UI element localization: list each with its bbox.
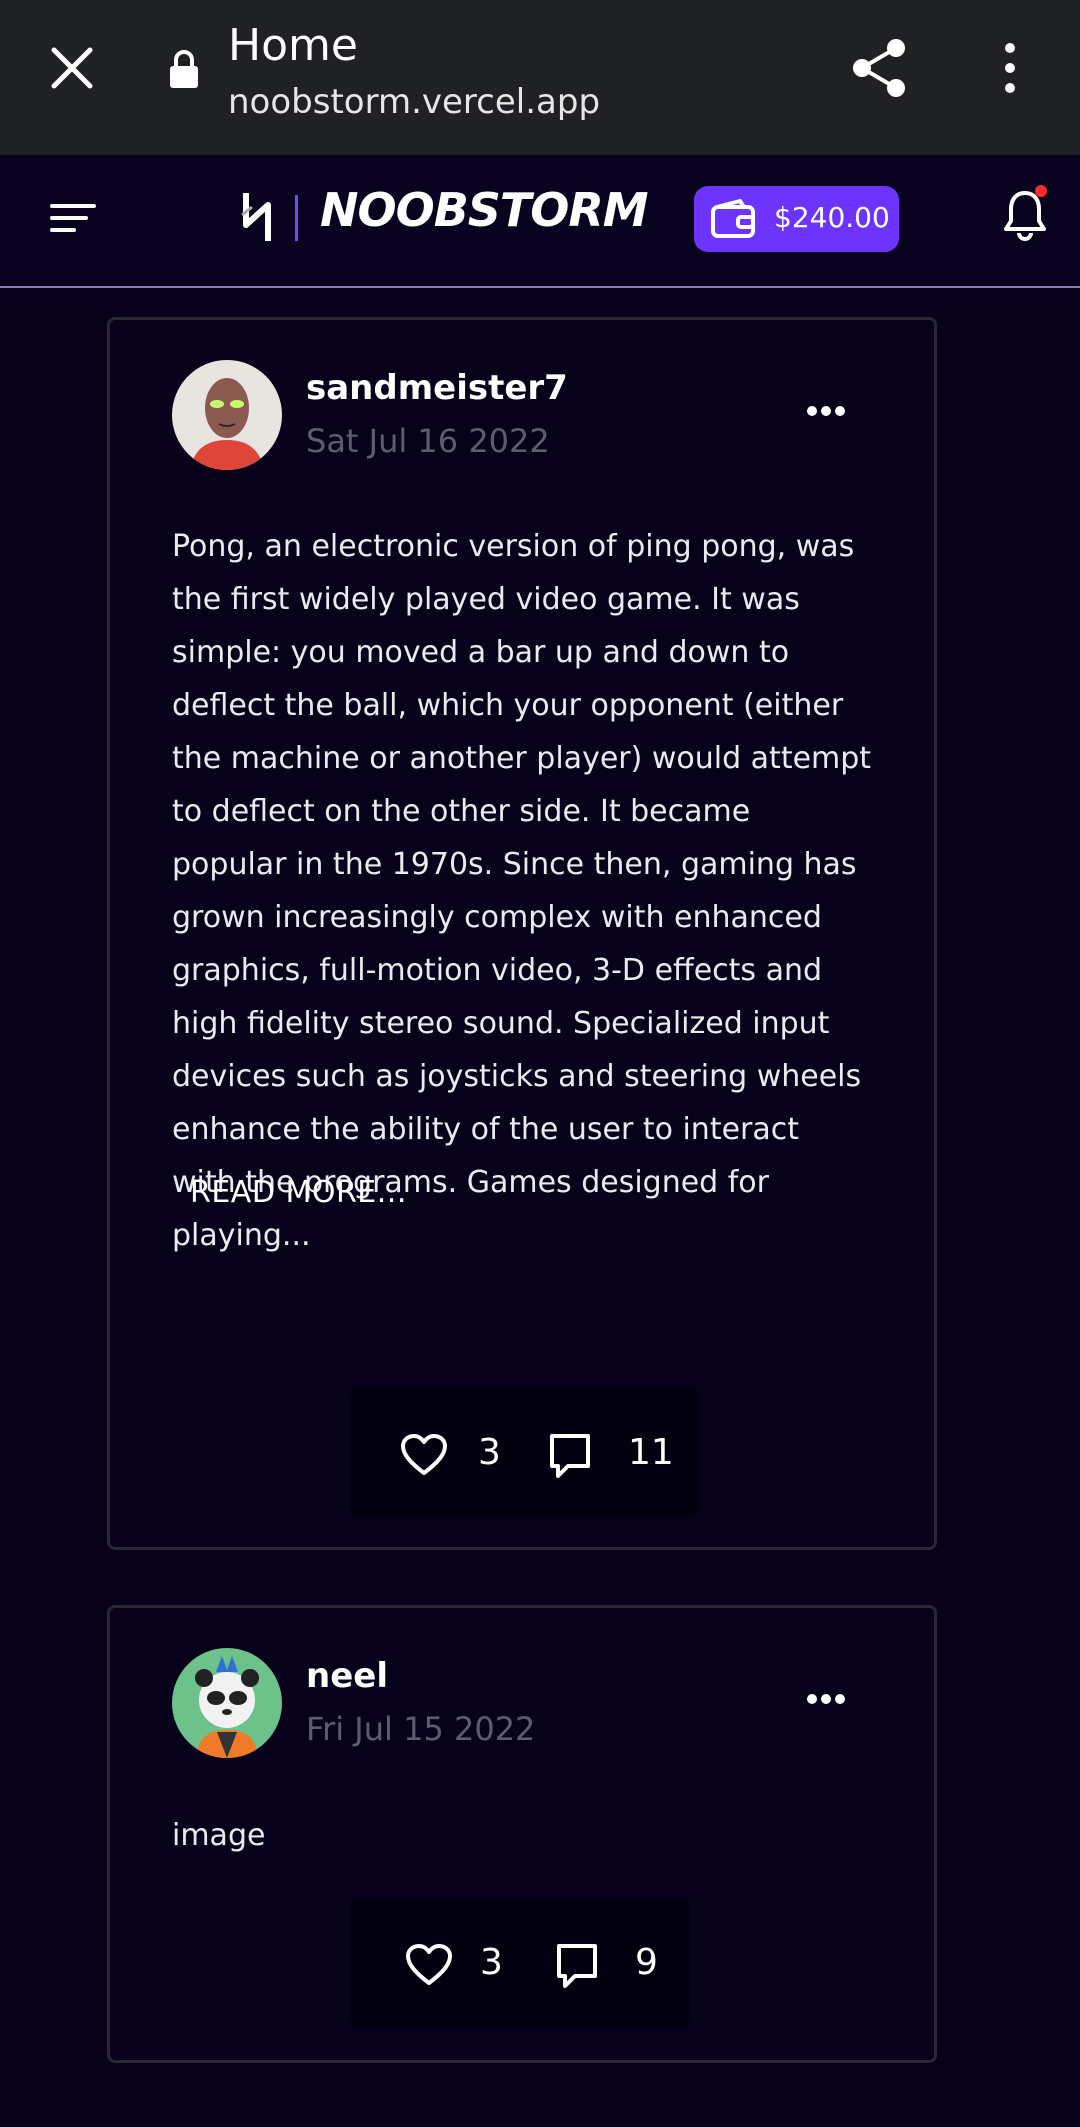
brand-logo[interactable]: NOOBSTORM <box>320 183 649 237</box>
alien-avatar-icon <box>172 360 282 470</box>
post-body: image <box>172 1818 266 1853</box>
post-card: neel Fri Jul 15 2022 image 3 9 <box>107 1605 937 2063</box>
read-more-link[interactable]: READ MORE... <box>190 1175 407 1210</box>
logo-divider <box>295 195 298 241</box>
wallet-balance: $240.00 <box>774 201 890 234</box>
post-reactions: 3 11 <box>350 1388 700 1518</box>
share-icon[interactable] <box>850 36 910 100</box>
more-options-icon[interactable] <box>806 404 846 418</box>
post-author[interactable]: sandmeister7 <box>306 368 568 408</box>
comment-icon[interactable] <box>555 1942 599 1990</box>
avatar[interactable] <box>172 1648 282 1758</box>
post-card: sandmeister7 Sat Jul 16 2022 Pong, an el… <box>107 317 937 1550</box>
hamburger-menu-icon[interactable] <box>50 200 96 236</box>
lock-icon <box>170 50 198 88</box>
post-date: Fri Jul 15 2022 <box>306 1710 536 1748</box>
post-author[interactable]: neel <box>306 1656 388 1696</box>
comment-count: 9 <box>635 1942 658 1983</box>
like-count: 3 <box>478 1432 501 1473</box>
browser-page-title: Home <box>228 20 358 71</box>
heart-icon[interactable] <box>405 1943 453 1987</box>
comment-count: 11 <box>628 1432 674 1473</box>
post-body: Pong, an electronic version of ping pong… <box>172 529 872 1253</box>
comment-icon[interactable] <box>548 1432 592 1480</box>
notification-dot <box>1035 185 1047 197</box>
browser-url[interactable]: noobstorm.vercel.app <box>228 82 600 122</box>
wallet-button[interactable]: $240.00 <box>694 186 899 252</box>
post-date: Sat Jul 16 2022 <box>306 422 550 460</box>
logo-mark-icon <box>241 193 271 241</box>
browser-toolbar: Home noobstorm.vercel.app <box>0 0 1080 155</box>
panda-avatar-icon <box>172 1648 282 1758</box>
post-reactions: 3 9 <box>350 1898 690 2028</box>
wallet-icon <box>711 199 755 238</box>
like-count: 3 <box>480 1942 503 1983</box>
close-icon[interactable] <box>48 44 96 92</box>
browser-menu-icon[interactable] <box>992 40 1028 96</box>
app-header: NOOBSTORM $240.00 <box>0 155 1080 288</box>
avatar[interactable] <box>172 360 282 470</box>
more-options-icon[interactable] <box>806 1692 846 1706</box>
heart-icon[interactable] <box>400 1433 448 1477</box>
